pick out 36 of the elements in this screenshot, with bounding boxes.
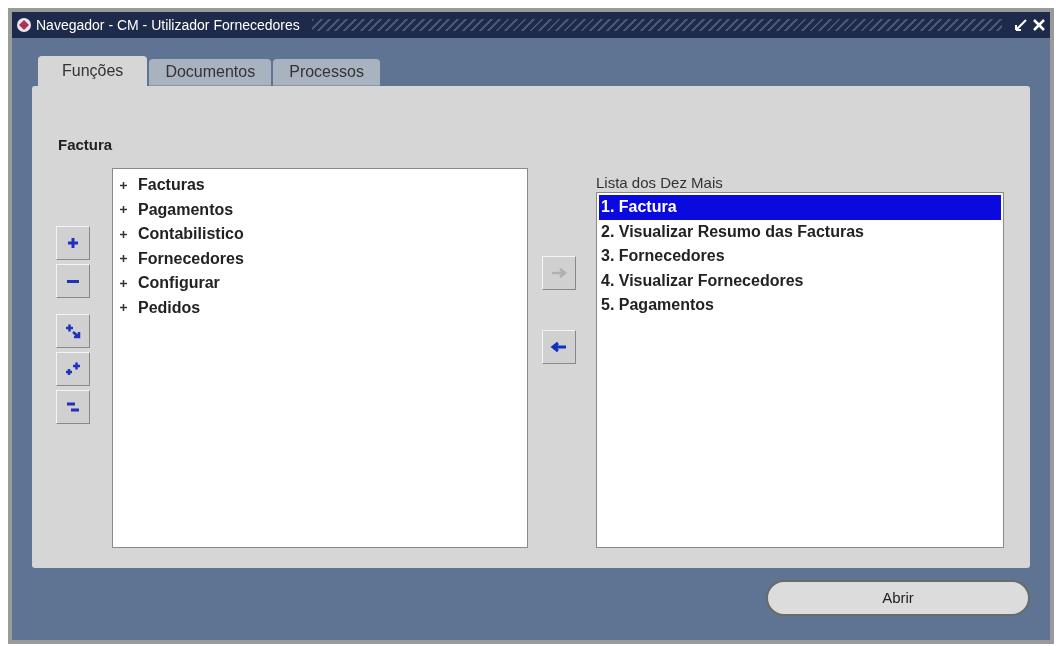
restore-icon[interactable] xyxy=(1014,18,1028,32)
expand-icon[interactable] xyxy=(119,278,128,288)
tab[interactable]: Processos xyxy=(273,59,380,86)
tab[interactable]: Funções xyxy=(38,56,148,86)
expand-all-icon xyxy=(64,360,82,378)
tree-item[interactable]: Configurar xyxy=(138,271,220,296)
window-title: Navegador - CM - Utilizador Fornecedores xyxy=(36,15,300,35)
expand-branch-icon xyxy=(64,322,82,340)
list-item[interactable]: 1. Factura xyxy=(599,195,1001,220)
tree-item[interactable]: Pedidos xyxy=(138,295,201,320)
list-item[interactable]: 3. Fornecedores xyxy=(599,244,1001,269)
expand-icon[interactable] xyxy=(119,254,128,264)
expand-icon[interactable] xyxy=(119,180,128,190)
list-item[interactable]: 4. Visualizar Fornecedores xyxy=(599,268,1001,293)
list-item[interactable]: 5. Pagamentos xyxy=(599,293,1001,318)
app-icon xyxy=(16,17,32,33)
open-button[interactable]: Abrir xyxy=(766,580,1030,616)
tree-tool-button[interactable] xyxy=(56,264,90,298)
remove-button[interactable] xyxy=(542,330,576,364)
tree-item[interactable]: Facturas xyxy=(138,173,205,198)
tab[interactable]: Documentos xyxy=(149,59,272,86)
collapse-icon xyxy=(67,279,79,283)
section-label: Factura xyxy=(58,135,113,155)
list-item[interactable]: 2. Visualizar Resumo das Facturas xyxy=(599,219,1001,244)
expand-icon[interactable] xyxy=(119,229,128,239)
tree-item[interactable]: Fornecedores xyxy=(138,246,244,271)
tree-tool-button[interactable] xyxy=(56,352,90,386)
tree-tool-button[interactable] xyxy=(56,226,90,260)
expand-icon[interactable] xyxy=(119,303,128,313)
list-label: Lista dos Dez Mais xyxy=(596,173,723,193)
tree-tool-button[interactable] xyxy=(56,314,90,348)
expand-icon[interactable] xyxy=(119,205,128,215)
tree-tool-button[interactable] xyxy=(56,390,90,424)
tree-item[interactable]: Pagamentos xyxy=(138,197,234,222)
close-icon[interactable] xyxy=(1032,18,1046,32)
tree-item[interactable]: Contabilistico xyxy=(138,222,244,247)
